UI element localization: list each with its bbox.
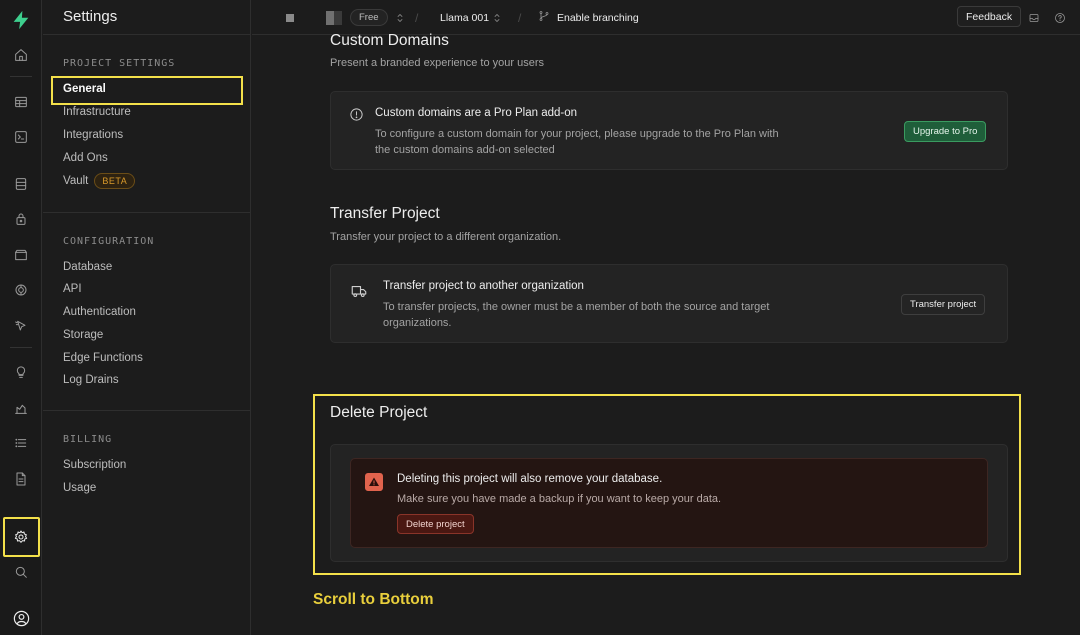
logs-icon[interactable]: [0, 428, 42, 458]
transfer-project-subtitle: Transfer your project to a different org…: [330, 231, 562, 243]
sql-editor-icon[interactable]: [0, 122, 42, 152]
inbox-icon[interactable]: [1028, 0, 1040, 35]
menu-divider: [43, 212, 251, 213]
org-logo-icon[interactable]: [326, 0, 342, 35]
menu-item-edge-functions[interactable]: Edge Functions: [63, 352, 143, 364]
menu-title: Settings: [63, 8, 118, 25]
search-icon[interactable]: [0, 557, 42, 587]
delete-project-title: Delete Project: [330, 404, 428, 421]
rail-divider: [10, 76, 32, 77]
menu-divider: [43, 410, 251, 411]
transfer-project-button[interactable]: Transfer project: [901, 294, 986, 315]
project-name: Llama 001: [440, 11, 490, 24]
menu-item-vault[interactable]: Vault BETA: [63, 173, 136, 189]
org-switcher-chevron-icon[interactable]: [394, 0, 406, 35]
account-icon[interactable]: [0, 603, 42, 633]
menu-item-authentication[interactable]: Authentication: [63, 306, 136, 318]
menu-item-vault-label: Vault: [63, 175, 89, 187]
delete-warning-text: Make sure you have made a backup if you …: [397, 493, 722, 505]
enable-branching-button[interactable]: Enable branching: [538, 0, 639, 35]
org-avatar-icon[interactable]: [286, 0, 294, 35]
auth-icon[interactable]: [0, 204, 42, 234]
menu-item-database[interactable]: Database: [63, 261, 112, 273]
project-settings-label: PROJECT SETTINGS: [63, 58, 176, 69]
menu-item-usage[interactable]: Usage: [63, 482, 96, 494]
delete-warning-title: Deleting this project will also remove y…: [397, 473, 663, 485]
menu-item-api[interactable]: API: [63, 283, 82, 295]
menu-item-general[interactable]: General: [63, 83, 106, 95]
info-icon: [349, 107, 364, 127]
menu-item-storage[interactable]: Storage: [63, 329, 103, 341]
transfer-card-title: Transfer project to another organization: [383, 280, 584, 292]
transfer-project-title: Transfer Project: [330, 205, 440, 222]
database-icon[interactable]: [0, 169, 42, 199]
truck-icon: [350, 282, 368, 305]
beta-badge: BETA: [94, 173, 136, 189]
plan-pill[interactable]: Free: [350, 0, 388, 35]
git-branch-icon: [538, 10, 550, 25]
logo-icon[interactable]: [0, 5, 42, 35]
settings-highlight-box: [3, 517, 40, 557]
menu-item-log-drains[interactable]: Log Drains: [63, 374, 119, 386]
settings-content: Custom Domains Present a branded experie…: [252, 32, 1080, 635]
breadcrumb-slash: /: [518, 10, 522, 25]
reports-icon[interactable]: [0, 393, 42, 423]
menu-item-add-ons[interactable]: Add Ons: [63, 152, 108, 164]
rail-divider: [10, 347, 32, 348]
warning-triangle-icon: [365, 473, 383, 491]
plan-label: Free: [350, 9, 388, 26]
edge-functions-icon[interactable]: [0, 311, 42, 341]
upgrade-to-pro-button[interactable]: Upgrade to Pro: [904, 121, 987, 142]
api-docs-icon[interactable]: [0, 464, 42, 494]
configuration-label: CONFIGURATION: [63, 236, 155, 247]
menu-item-infrastructure[interactable]: Infrastructure: [63, 106, 131, 118]
table-editor-icon[interactable]: [0, 87, 42, 117]
delete-warning-box: Deleting this project will also remove y…: [350, 458, 988, 548]
menu-item-integrations[interactable]: Integrations: [63, 129, 123, 141]
custom-domains-card-title: Custom domains are a Pro Plan add-on: [375, 107, 577, 119]
realtime-icon[interactable]: [0, 275, 42, 305]
menu-item-subscription[interactable]: Subscription: [63, 459, 126, 471]
custom-domains-title: Custom Domains: [330, 32, 449, 49]
advisors-icon[interactable]: [0, 357, 42, 387]
billing-label: BILLING: [63, 434, 113, 445]
custom-domains-card-text-2: the custom domains add-on selected: [375, 144, 555, 156]
transfer-card-text-2: organizations.: [383, 317, 452, 329]
top-bar: Free / Llama 001 / Enable branching Feed…: [252, 0, 1080, 35]
delete-project-button[interactable]: Delete project: [397, 514, 474, 534]
home-icon[interactable]: [0, 40, 42, 70]
storage-icon[interactable]: [0, 240, 42, 270]
custom-domains-card-text-1: To configure a custom domain for your pr…: [375, 128, 779, 140]
custom-domains-card: Custom domains are a Pro Plan add-on To …: [330, 91, 1008, 170]
transfer-card-text-1: To transfer projects, the owner must be …: [383, 301, 770, 313]
feedback-button[interactable]: Feedback: [957, 6, 1022, 27]
icon-rail: [0, 0, 42, 635]
settings-menu: Settings PROJECT SETTINGS General Infras…: [43, 0, 251, 635]
scroll-to-bottom-annotation: Scroll to Bottom: [313, 591, 434, 608]
help-icon[interactable]: [1054, 0, 1066, 35]
breadcrumb-slash: /: [415, 10, 419, 25]
custom-domains-subtitle: Present a branded experience to your use…: [330, 57, 545, 69]
project-switcher-chevron-icon[interactable]: [491, 0, 503, 35]
project-switcher[interactable]: Llama 001: [440, 0, 489, 35]
transfer-project-card: Transfer project to another organization…: [330, 264, 1008, 343]
enable-branching-label: Enable branching: [557, 11, 639, 24]
